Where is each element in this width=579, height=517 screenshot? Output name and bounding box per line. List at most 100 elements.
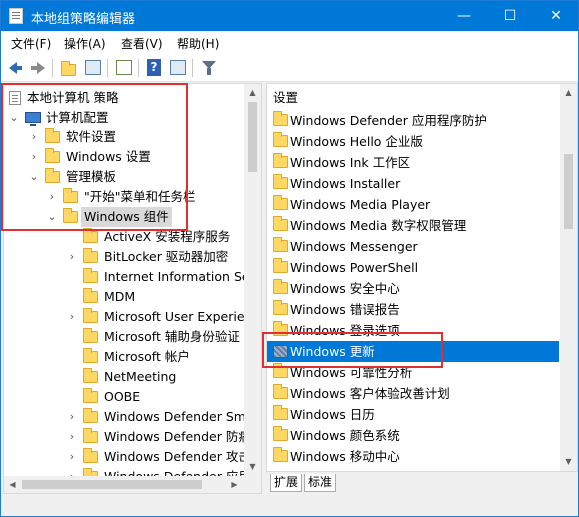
list-header: 设置 — [273, 90, 299, 105]
tree-item-child[interactable]: › Microsoft User Experien — [4, 307, 252, 327]
list-item[interactable]: Windows Media Player — [267, 194, 557, 215]
settings-list-pane[interactable]: 设置 Windows Defender 应用程序防护 Windows Hello… — [266, 83, 578, 472]
scroll-left-arrow-icon[interactable]: ◀ — [4, 476, 21, 493]
list-item[interactable]: Windows 移动中心 — [267, 446, 557, 467]
tree-item-child[interactable]: MDM — [4, 287, 244, 307]
menu-action[interactable]: 操作(A) — [64, 35, 106, 52]
tree-item-child[interactable]: OOBE — [4, 387, 244, 407]
tab-standard[interactable]: 标准 — [304, 474, 337, 492]
tree-horizontal-scrollbar[interactable]: ◀ ▶ — [4, 476, 261, 493]
toolbar-separator — [107, 59, 108, 77]
list-item-label: Windows 错误报告 — [290, 302, 400, 317]
menu-view[interactable]: 查看(V) — [121, 35, 163, 52]
folder-icon — [273, 153, 288, 168]
list-item-label: Windows 安全中心 — [290, 281, 400, 296]
properties-icon[interactable] — [168, 58, 188, 78]
folder-icon — [83, 268, 98, 283]
chevron-right-icon[interactable]: › — [67, 247, 77, 267]
folder-icon — [83, 288, 98, 303]
list-vertical-scrollbar[interactable]: ▲ ▼ — [560, 84, 577, 471]
forward-icon[interactable] — [27, 58, 47, 78]
export-list-icon[interactable] — [114, 58, 134, 78]
toolbar-separator — [192, 59, 193, 77]
list-item[interactable]: Windows Messenger — [267, 236, 557, 257]
title-bar[interactable]: 本地组策略编辑器 — ☐ ✕ — [1, 1, 578, 31]
list-item[interactable]: Windows Defender 应用程序防护 — [267, 110, 557, 131]
tree-item-label: OOBE — [104, 389, 141, 404]
maximize-button[interactable]: ☐ — [487, 1, 533, 31]
scroll-right-arrow-icon[interactable]: ▶ — [226, 476, 243, 493]
scroll-down-arrow-icon[interactable]: ▼ — [560, 453, 577, 470]
policy-editor-app-icon — [9, 8, 23, 24]
tree-item-child[interactable]: Internet Information Ser — [4, 267, 255, 287]
folder-up-icon[interactable] — [59, 58, 79, 78]
tab-extended[interactable]: 扩展 — [270, 474, 303, 492]
window-title: 本地组策略编辑器 — [31, 12, 136, 27]
folder-icon — [273, 405, 288, 420]
view-tabs: 扩展 标准 — [266, 472, 466, 494]
toolbar-separator — [52, 59, 53, 77]
list-item-label: Windows Defender 应用程序防护 — [290, 113, 487, 128]
folder-icon — [273, 384, 288, 399]
menu-file[interactable]: 文件(F) — [11, 35, 51, 52]
scrollbar-thumb[interactable] — [248, 102, 257, 172]
chevron-right-icon[interactable]: › — [67, 307, 77, 327]
tree-item-child[interactable]: › BitLocker 驱动器加密 — [4, 247, 244, 267]
list-item-label: Windows PowerShell — [290, 260, 419, 275]
chevron-right-icon[interactable]: › — [67, 427, 77, 447]
folder-icon — [273, 216, 288, 231]
minimize-button[interactable]: — — [441, 1, 487, 31]
tree-item-child[interactable]: › Windows Defender 攻击 — [4, 447, 251, 467]
list-item[interactable]: Windows 安全中心 — [267, 278, 557, 299]
scrollbar-thumb[interactable] — [22, 480, 202, 489]
list-item[interactable]: Windows 颜色系统 — [267, 425, 557, 446]
highlight-box-tree — [1, 83, 188, 231]
help-icon[interactable]: ? — [144, 58, 164, 78]
tree-item-child[interactable]: NetMeeting — [4, 367, 244, 387]
filter-icon[interactable] — [199, 58, 219, 78]
tree-item-label: MDM — [104, 289, 136, 304]
folder-icon — [273, 279, 288, 294]
tree-vertical-scrollbar[interactable]: ▲ ▼ — [244, 84, 261, 476]
scrollbar-thumb[interactable] — [564, 154, 573, 229]
folder-icon — [273, 111, 288, 126]
list-item-label: Windows 移动中心 — [290, 449, 400, 464]
list-item[interactable]: Windows 日历 — [267, 404, 557, 425]
group-policy-editor-window: 本地组策略编辑器 — ☐ ✕ 文件(F) 操作(A) 查看(V) 帮助(H) ?… — [0, 0, 579, 517]
folder-icon — [273, 195, 288, 210]
menu-help[interactable]: 帮助(H) — [177, 35, 219, 52]
tree-item-label: Windows Defender 防病 — [104, 429, 251, 444]
folder-icon — [83, 448, 98, 463]
list-item-label: Windows Hello 企业版 — [290, 134, 423, 149]
tree-item-label: Windows Defender Sma — [104, 409, 254, 424]
list-item[interactable]: Windows Hello 企业版 — [267, 131, 557, 152]
close-button[interactable]: ✕ — [533, 1, 579, 31]
tree-item-child[interactable]: Microsoft 帐户 — [4, 347, 244, 367]
tree-item-label: BitLocker 驱动器加密 — [104, 249, 229, 264]
tree-item-child[interactable]: › Windows Defender Sma — [4, 407, 254, 427]
tree-item-child[interactable]: › Windows Defender 防病 — [4, 427, 251, 447]
list-item[interactable]: Windows PowerShell — [267, 257, 557, 278]
folder-icon — [273, 426, 288, 441]
list-item[interactable]: Windows Ink 工作区 — [267, 152, 557, 173]
list-item-label: Windows Ink 工作区 — [290, 155, 411, 170]
list-item[interactable]: Windows Media 数字权限管理 — [267, 215, 557, 236]
chevron-right-icon[interactable]: › — [67, 407, 77, 427]
tree-item-child[interactable]: Microsoft 辅助身份验证 — [4, 327, 244, 347]
list-item-label: Windows Media 数字权限管理 — [290, 218, 467, 233]
chevron-right-icon[interactable]: › — [67, 447, 77, 467]
show-hide-tree-icon[interactable] — [83, 58, 103, 78]
scroll-down-arrow-icon[interactable]: ▼ — [244, 458, 261, 475]
scroll-up-arrow-icon[interactable]: ▲ — [560, 84, 577, 101]
back-icon[interactable] — [7, 58, 27, 78]
list-item[interactable]: Windows 错误报告 — [267, 299, 557, 320]
scroll-up-arrow-icon[interactable]: ▲ — [244, 84, 261, 101]
folder-icon — [83, 408, 98, 423]
folder-icon — [273, 300, 288, 315]
list-item[interactable]: Windows Installer — [267, 173, 557, 194]
list-item[interactable]: Windows 客户体验改善计划 — [267, 383, 557, 404]
folder-icon — [83, 308, 98, 323]
list-item-label: Windows Installer — [290, 176, 401, 191]
tree-item-label: Microsoft 辅助身份验证 — [104, 329, 240, 344]
toolbar-separator — [138, 59, 139, 77]
